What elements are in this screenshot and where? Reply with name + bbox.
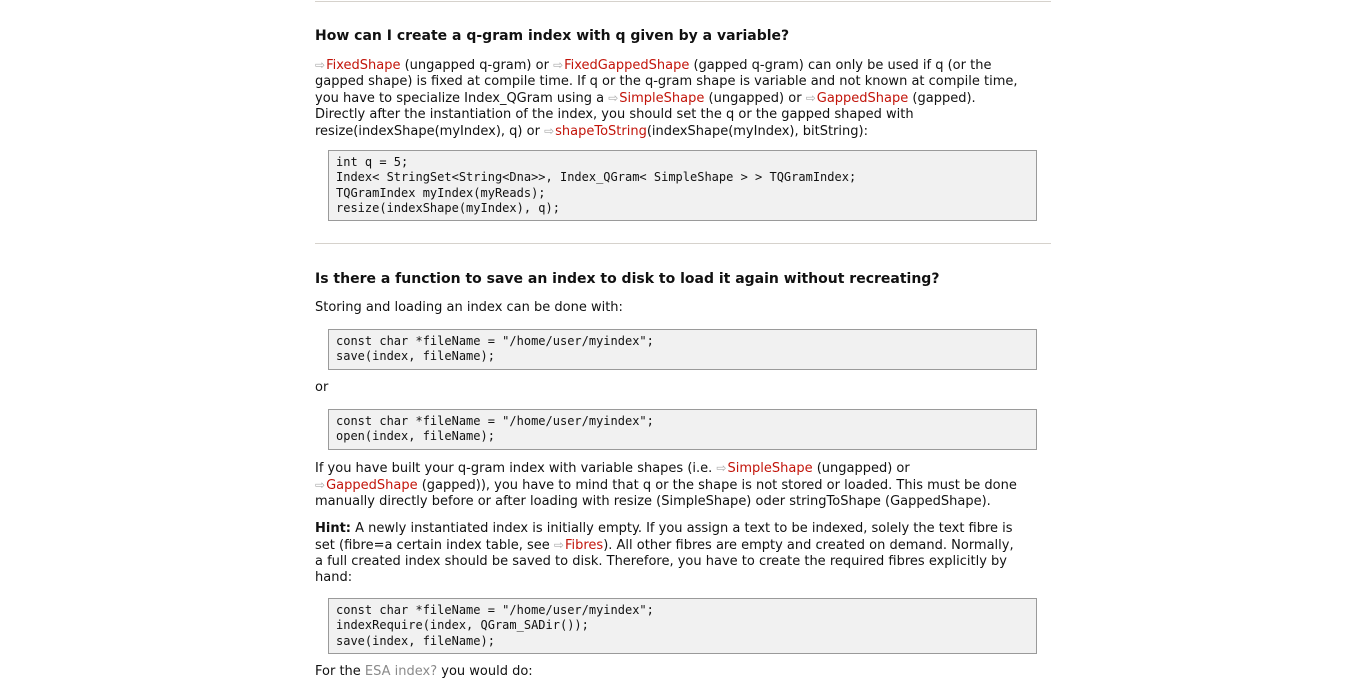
text: (ungapped q-gram) or [400,58,554,73]
text: you have to specialize Index_QGram using… [315,91,609,106]
text: (gapped)), you have to mind that q or th… [417,478,1017,493]
link-simpleshape[interactable]: SimpleShape [727,461,812,476]
arrow-link-icon: ⇨ [805,91,816,105]
code-line: TQGramIndex myIndex(myReads); [336,185,546,200]
esa-paragraph: For the ESA index? you would do: [315,664,1055,680]
text: set (fibre=a certain index table, see [315,538,554,553]
text-line: manually directly before or after loadin… [315,494,991,509]
divider-middle [315,243,1051,244]
code-line: int q = 5; [336,155,409,169]
code-block-qgram: int q = 5; Index< StringSet<String<Dna>>,… [328,150,1037,222]
text-line: gapped shape) is fixed at compile time. … [315,74,1018,89]
hint-label: Hint: [315,521,352,536]
arrow-link-icon: ⇨ [315,478,326,492]
arrow-link-icon: ⇨ [553,538,564,552]
code-line: open(index, fileName); [336,429,495,444]
faq-heading-qgram-variable: How can I create a q-gram index with q g… [315,28,790,44]
text: resize(indexShape(myIndex), q) or [315,124,545,139]
code-line: Index< StringSet<String<Dna>>, Index_QGr… [336,170,857,185]
arrow-link-icon: ⇨ [315,58,326,72]
link-gappedshape[interactable]: GappedShape [326,478,418,493]
text-line: hand: [315,570,353,585]
text-line: Directly after the instantiation of the … [315,107,914,122]
faq-heading-save-index: Is there a function to save an index to … [315,271,940,287]
text: ). All other fibres are empty and create… [603,538,1014,553]
text-line: a full created index should be saved to … [315,554,1007,569]
code-line: save(index, fileName); [336,633,495,648]
arrow-link-icon: ⇨ [716,461,727,475]
link-fixedshape[interactable]: FixedShape [326,58,400,73]
link-fibres[interactable]: Fibres [565,538,603,553]
link-simpleshape[interactable]: SimpleShape [619,91,704,106]
text: (gapped). [908,91,976,106]
link-shapetostring[interactable]: shapeToString [555,124,647,139]
text: If you have built your q-gram index with… [315,461,717,476]
or-text: or [315,380,329,395]
code-block-open: const char *fileName = "/home/user/myind… [328,409,1037,450]
text: (gapped q-gram) can only be used if q (o… [689,58,992,73]
arrow-link-icon: ⇨ [553,58,564,72]
link-gappedshape[interactable]: GappedShape [817,91,909,106]
arrow-link-icon: ⇨ [544,124,555,138]
text: A newly instantiated index is initially … [351,521,1013,536]
code-line: save(index, fileName); [336,349,495,364]
text: (indexShape(myIndex), bitString): [646,124,868,139]
arrow-link-icon: ⇨ [608,91,619,105]
code-line: const char *fileName = "/home/user/myind… [336,334,654,348]
code-line: const char *fileName = "/home/user/myind… [336,603,654,617]
variable-shapes-paragraph: If you have built your q-gram index with… [315,460,1055,510]
text: (ungapped) or [704,91,806,106]
qgram-answer-paragraph: ⇨FixedShape (ungapped q-gram) or ⇨FixedG… [315,57,1055,140]
code-block-save: const char *fileName = "/home/user/myind… [328,329,1037,370]
code-line: indexRequire(index, QGram_SADir()); [336,618,589,633]
link-fixedgappedshape[interactable]: FixedGappedShape [564,58,689,73]
code-line: resize(indexShape(myIndex), q); [336,200,560,215]
code-block-require: const char *fileName = "/home/user/myind… [328,598,1037,654]
save-intro-text: Storing and loading an index can be done… [315,300,623,315]
divider-top [315,1,1051,2]
hint-paragraph: Hint: A newly instantiated index is init… [315,521,1055,586]
code-line: const char *fileName = "/home/user/myind… [336,414,654,428]
text: (ungapped) or [812,461,910,476]
